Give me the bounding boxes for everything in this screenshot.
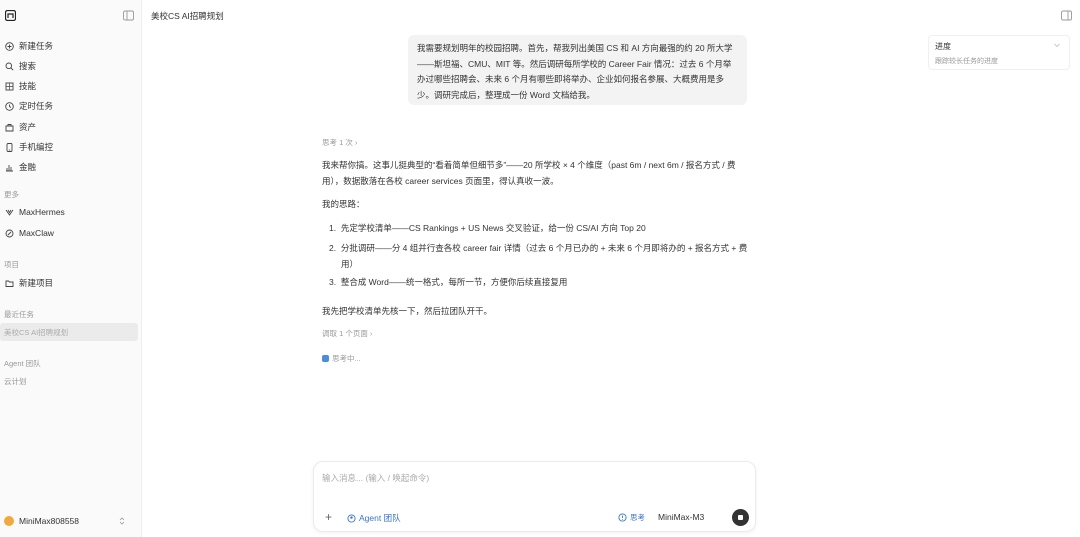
list-item: 3. 整合成 Word——统一格式，每所一节，方便你后续直接复用 — [329, 274, 749, 290]
section-label-agent-team: Agent 团队 — [4, 359, 41, 368]
chart-icon — [4, 162, 14, 172]
sidebar-item-label: MaxClaw — [19, 228, 54, 238]
sidebar-item-label: 资产 — [19, 122, 37, 132]
think-summary-toggle[interactable]: 思考 1 次 › — [322, 137, 357, 148]
sidebar-item-label: 定时任务 — [19, 101, 54, 111]
user-name: MiniMax808558 — [19, 516, 80, 526]
sidebar-item-label: 手机编控 — [19, 142, 54, 152]
list-number: 2. — [329, 243, 341, 253]
sidebar-item-assets[interactable]: 资产 — [0, 118, 142, 136]
folder-icon — [4, 278, 14, 288]
thinking-status: 思考中... — [322, 353, 361, 364]
sidebar-item-search[interactable]: 搜索 — [0, 57, 142, 75]
list-item-text: 整合成 Word——统一格式，每所一节，方便你后续直接复用 — [340, 277, 568, 287]
list-item: 1. 先定学校清单——CS Rankings + US News 交叉验证，给一… — [329, 220, 749, 236]
list-item-text: 先定学校清单——CS Rankings + US News 交叉验证，给一份 C… — [340, 223, 646, 233]
progress-panel[interactable]: 进度 跟踪较长任务的进度 — [928, 35, 1070, 70]
add-attachment-button[interactable]: + — [325, 511, 332, 523]
avatar — [4, 516, 14, 526]
logo-icon[interactable] — [5, 10, 16, 21]
sidebar-item-label: MaxHermes — [19, 207, 65, 217]
message-input[interactable] — [322, 471, 742, 485]
model-selector[interactable]: MiniMax-M3 — [658, 512, 704, 522]
section-label-projects: 项目 — [4, 260, 19, 269]
plan-title: 我的思路： — [322, 199, 365, 209]
asset-icon — [4, 122, 14, 132]
chevron-updown-icon[interactable] — [118, 516, 126, 526]
execute-summary-toggle[interactable]: 调取 1 个页面 › — [322, 328, 372, 339]
sidebar-item-finance[interactable]: 金融 — [0, 158, 142, 176]
sidebar-item-phone[interactable]: 手机编控 — [0, 138, 142, 156]
section-label-more: 更多 — [4, 190, 19, 199]
sidebar-item-label: 美校CS AI招聘规划 — [4, 327, 69, 337]
user-message-bubble: 我需要规划明年的校园招聘。首先，帮我列出美国 CS 和 AI 方向最强的约 20… — [408, 35, 747, 105]
list-item-text: 分批调研——分 4 组并行查各校 career fair 详情（过去 6 个月已… — [340, 243, 748, 269]
sidebar-item-maxhermes[interactable]: MaxHermes — [0, 203, 142, 221]
think-toggle-button[interactable]: 思考 — [618, 512, 645, 523]
skill-icon — [4, 81, 14, 91]
claw-icon — [4, 228, 14, 238]
think-label: 思考 — [630, 513, 645, 522]
sidebar-item-maxclaw[interactable]: MaxClaw — [0, 224, 142, 242]
stop-button[interactable] — [732, 509, 749, 526]
sidebar-toggle-icon[interactable] — [123, 10, 134, 21]
list-item: 2. 分批调研——分 4 组并行查各校 career fair 详情（过去 6 … — [329, 240, 749, 272]
composer: + Agent 团队 思考 MiniMax-M3 — [313, 461, 756, 532]
sidebar-header — [0, 0, 142, 32]
hermes-icon — [4, 207, 14, 217]
page-title: 美校CS AI招聘规划 — [151, 11, 224, 21]
sidebar-item-skills[interactable]: 技能 — [0, 77, 142, 95]
sidebar-item-label: 金融 — [19, 162, 37, 172]
plus-circle-icon — [4, 41, 14, 51]
sidebar-item-recent-task[interactable]: 美校CS AI招聘规划 — [0, 323, 138, 341]
model-name: MiniMax-M3 — [658, 512, 705, 522]
sidebar-item-label: 新建项目 — [19, 278, 54, 288]
thinking-indicator-icon — [322, 355, 329, 362]
assistant-closing: 我先把学校清单先核一下，然后拉团队开干。 — [322, 306, 493, 316]
list-number: 3. — [329, 277, 341, 287]
list-number: 1. — [329, 223, 341, 233]
search-icon — [4, 61, 14, 71]
sidebar-item-label: 新建任务 — [19, 41, 54, 51]
think-icon — [618, 513, 627, 522]
section-label-recent: 最近任务 — [4, 310, 34, 319]
user-account[interactable]: MiniMax808558 — [0, 511, 142, 531]
agent-team-sub[interactable]: 云计划 — [4, 376, 27, 387]
progress-subtitle: 跟踪较长任务的进度 — [935, 58, 998, 65]
stop-icon — [738, 515, 743, 520]
sidebar-item-label: 技能 — [19, 81, 37, 91]
chevron-down-icon[interactable] — [1053, 41, 1061, 49]
sidebar-item-scheduled[interactable]: 定时任务 — [0, 97, 142, 115]
assistant-intro: 我来帮你搞。这事儿挺典型的“看着简单但细节多”——20 所学校 × 4 个维度（… — [322, 160, 736, 186]
sidebar: 新建任务 搜索 技能 定时任务 资产 手机编控 金融 更多 MaxHermes … — [0, 0, 142, 537]
agent-team-icon — [347, 513, 356, 523]
agent-team-button[interactable]: Agent 团队 — [347, 512, 401, 524]
clock-icon — [4, 101, 14, 111]
phone-icon — [4, 142, 14, 152]
sidebar-item-new-project[interactable]: 新建项目 — [0, 274, 142, 292]
panel-toggle-icon[interactable] — [1061, 10, 1072, 21]
thinking-text: 思考中... — [332, 354, 361, 363]
progress-title: 进度 — [935, 42, 951, 51]
agent-team-label: Agent 团队 — [359, 513, 401, 523]
sidebar-item-label: 搜索 — [19, 61, 37, 71]
sidebar-item-new-task[interactable]: 新建任务 — [0, 37, 142, 55]
